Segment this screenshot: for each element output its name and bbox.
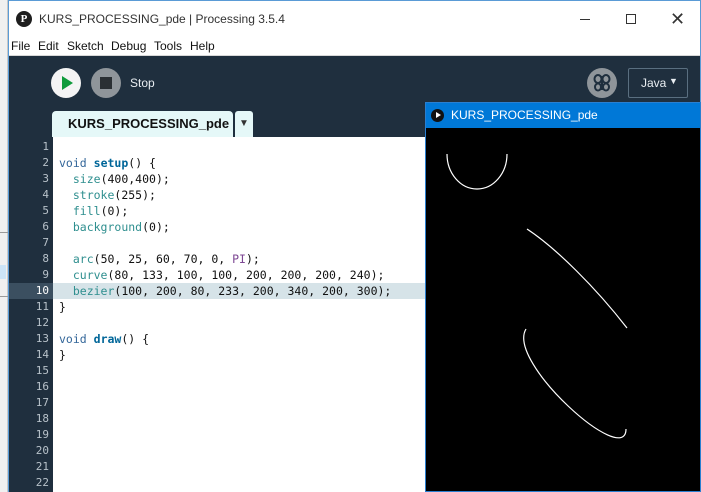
menu-file[interactable]: File [11,39,30,53]
menu-edit[interactable]: Edit [38,39,59,53]
line-number: 21 [35,460,49,473]
tab-sketch[interactable]: KURS_PROCESSING_pde [52,111,233,137]
code-line: } [59,300,66,314]
line-number: 12 [35,316,49,329]
mode-selector[interactable]: Java ▼ [628,68,688,98]
play-icon [62,76,73,90]
menu-debug[interactable]: Debug [111,39,146,53]
tab-label: KURS_PROCESSING_pde [68,116,230,131]
line-number: 1 [42,140,49,153]
line-number: 14 [35,348,49,361]
code-line: } [59,348,66,362]
line-number: 7 [42,236,49,249]
line-number: 10 [35,284,49,297]
maximize-button[interactable] [608,1,654,37]
butterfly-debug-icon [593,74,611,92]
line-number: 5 [42,204,49,217]
line-number: 6 [42,220,49,233]
line-number: 8 [42,252,49,265]
code-line: arc(50, 25, 60, 70, 0, PI); [72,252,260,266]
background-window-fragment [0,0,8,492]
chevron-down-icon: ▼ [669,76,678,86]
line-number: 17 [35,396,49,409]
mode-label: Java [641,76,667,90]
window-title: KURS_PROCESSING_pde | Processing 3.5.4 [39,12,285,26]
line-number: 2 [42,156,49,169]
sketch-canvas [426,128,700,491]
line-number: 15 [35,364,49,377]
close-icon: ✕ [670,9,686,30]
close-button[interactable]: ✕ [654,1,700,37]
line-number: 11 [35,300,49,313]
line-number: 13 [35,332,49,345]
sketch-window[interactable]: KURS_PROCESSING_pde [425,102,701,492]
code-line: stroke(255); [72,188,156,202]
line-number: 22 [35,476,49,489]
code-line: size(400,400); [72,172,170,186]
line-number: 18 [35,412,49,425]
stop-label: Stop [130,76,155,90]
sketch-play-icon [431,109,444,122]
line-number: 3 [42,172,49,185]
code-line: background(0); [72,220,170,234]
line-number: 9 [42,268,49,281]
sketch-title-bar[interactable]: KURS_PROCESSING_pde [426,103,700,128]
line-number-gutter: 1 2 3 4 5 6 7 8 9 10 11 12 13 14 15 16 17 18 19 20 21 22 [9,137,53,492]
menu-sketch[interactable]: Sketch [67,39,104,53]
tab-menu-button[interactable]: ▼ [235,111,253,137]
bezier-shape [523,328,627,439]
run-button[interactable] [51,68,81,98]
menu-help[interactable]: Help [190,39,215,53]
menu-bar: File Edit Sketch Debug Tools Help [9,37,700,56]
stop-button[interactable] [91,68,121,98]
code-line: bezier(100, 200, 80, 233, 200, 340, 200,… [72,284,392,298]
code-line: void setup() { [59,156,156,170]
minimize-button[interactable] [562,1,608,37]
title-bar[interactable]: P KURS_PROCESSING_pde | Processing 3.5.4… [9,1,700,37]
line-number: 4 [42,188,49,201]
curve-shape [526,228,628,329]
line-number: 19 [35,428,49,441]
line-number: 16 [35,380,49,393]
sketch-title: KURS_PROCESSING_pde [451,108,598,122]
processing-app-icon: P [16,11,32,27]
code-line: fill(0); [72,204,129,218]
stop-icon [100,77,112,89]
chevron-down-icon: ▼ [239,118,249,129]
line-number: 20 [35,444,49,457]
arc-shape [446,153,508,190]
menu-tools[interactable]: Tools [154,39,182,53]
maximize-icon [626,14,636,24]
minimize-icon [580,19,590,20]
code-line: curve(80, 133, 100, 100, 200, 200, 200, … [72,268,385,282]
debug-button[interactable] [587,68,617,98]
code-line: void draw() { [59,332,150,346]
